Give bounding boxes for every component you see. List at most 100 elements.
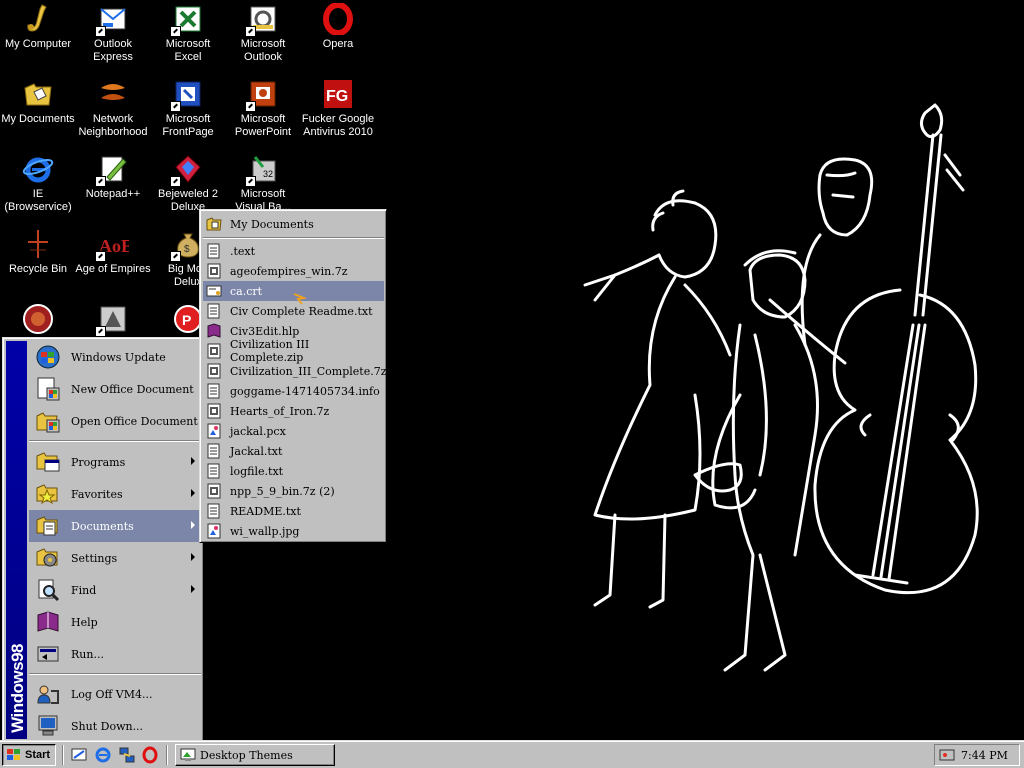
menu-item-documents[interactable]: Documents <box>29 510 201 542</box>
documents-item[interactable]: Hearts_of_Iron.7z <box>203 401 384 421</box>
desktop-icon-notepad-plus-plus[interactable]: Notepad++ <box>75 153 151 201</box>
mouse-cursor-icon <box>293 293 306 305</box>
menu-item-help[interactable]: Help <box>29 606 201 638</box>
menu-item-settings[interactable]: Settings <box>29 542 201 574</box>
desktop-icon-powerpoint[interactable]: Microsoft PowerPoint <box>225 78 301 139</box>
start-button[interactable]: Start <box>2 744 56 766</box>
desktop-icon-outlook-express[interactable]: Outlook Express <box>75 3 151 64</box>
image-file-icon <box>206 523 222 539</box>
menu-item-favorites[interactable]: Favorites <box>29 478 201 510</box>
menu-item-label: Shut Down... <box>71 719 144 733</box>
clock[interactable]: 7:44 PM <box>961 749 1008 762</box>
new-office-document-icon <box>33 376 63 402</box>
documents-item[interactable]: ageofempires_win.7z <box>203 261 384 281</box>
desktop-icon-label: Recycle Bin <box>8 263 68 275</box>
documents-item[interactable]: wi_wallp.jpg <box>203 521 384 541</box>
desktop-icon-my-computer[interactable]: My Computer <box>0 3 76 51</box>
desktop-icon-google-antivirus[interactable]: FG Fucker Google Antivirus 2010 <box>300 78 376 139</box>
age-of-empires-icon: AoE <box>95 228 133 262</box>
start-button-label: Start <box>25 749 51 761</box>
documents-item-label: Civ3Edit.hlp <box>230 324 300 338</box>
internet-explorer-icon <box>22 153 54 185</box>
help-icon <box>33 609 63 635</box>
documents-item[interactable]: npp_5_9_bin.7z (2) <box>203 481 384 501</box>
excel-icon <box>170 3 204 37</box>
taskbar-divider <box>166 745 168 765</box>
documents-item[interactable]: goggame-1471405734.info <box>203 381 384 401</box>
documents-item[interactable]: README.txt <box>203 501 384 521</box>
documents-item[interactable]: logfile.txt <box>203 461 384 481</box>
desktop-icon-opera[interactable]: Opera <box>300 2 376 51</box>
menu-item-label: Log Off VM4... <box>71 687 153 701</box>
tray-app-icon[interactable] <box>939 747 955 763</box>
menu-item-find[interactable]: Find <box>29 574 201 606</box>
desktop-icon-excel[interactable]: Microsoft Excel <box>150 3 226 64</box>
documents-item-label: goggame-1471405734.info <box>230 384 380 398</box>
taskbar-button-desktop-themes[interactable]: Desktop Themes <box>175 744 335 766</box>
desktop-icon-frontpage[interactable]: Microsoft FrontPage <box>150 78 226 139</box>
taskbar-button-label: Desktop Themes <box>200 748 293 762</box>
desktop-icon-recycle-bin[interactable]: Recycle Bin <box>0 228 76 276</box>
documents-item[interactable]: Civilization III Complete.zip <box>203 338 384 364</box>
start-menu-banner: Windows98 <box>6 341 27 739</box>
my-documents-icon <box>22 78 54 110</box>
text-file-icon <box>206 303 222 319</box>
text-file-icon <box>206 243 222 259</box>
documents-submenu: My Documents .text ageofempires_win.7z ca.… <box>199 209 387 543</box>
windows-update-icon <box>33 344 63 370</box>
system-tray: 7:44 PM <box>934 744 1020 766</box>
desktop-icon-label: Outlook Express <box>93 38 133 63</box>
documents-item[interactable]: .text <box>203 241 384 261</box>
menu-item-windows-update[interactable]: Windows Update <box>29 341 201 373</box>
outlook-icon <box>245 3 279 37</box>
desktop-icon-unknown-2[interactable] <box>75 303 151 338</box>
submenu-arrow-icon <box>191 553 195 561</box>
saxophone-icon <box>22 3 54 35</box>
quicklaunch-opera[interactable] <box>141 746 159 764</box>
desktop-themes-icon <box>180 748 196 761</box>
documents-item-label: jackal.pcx <box>230 424 286 438</box>
desktop-icon-visual-basic[interactable]: 32 Microsoft Visual Ba... <box>225 153 301 214</box>
desktop-icon-age-of-empires[interactable]: AoE Age of Empires <box>75 228 151 276</box>
documents-item[interactable]: jackal.pcx <box>203 421 384 441</box>
menu-item-label: New Office Document <box>71 382 194 396</box>
menu-item-label: Documents <box>71 519 134 533</box>
frontpage-icon <box>170 78 204 112</box>
menu-item-label: Find <box>71 583 97 597</box>
desktop-icon-outlook[interactable]: Microsoft Outlook <box>225 3 301 64</box>
menu-item-label: Open Office Document <box>71 414 198 428</box>
text-file-icon <box>206 443 222 459</box>
documents-item[interactable]: Civilization_III_Complete.7z <box>203 361 387 381</box>
desktop-icon-label: Opera <box>322 38 354 50</box>
menu-item-open-office-document[interactable]: Open Office Document <box>29 405 201 437</box>
log-off-icon <box>33 681 63 707</box>
desktop-icon-label: IE (Browservice) <box>4 188 72 213</box>
documents-item-label: Hearts_of_Iron.7z <box>230 404 330 418</box>
documents-item[interactable]: Jackal.txt <box>203 441 384 461</box>
programs-icon <box>33 449 63 475</box>
menu-item-programs[interactable]: Programs <box>29 446 201 478</box>
shortcut-arrow-icon <box>245 26 256 37</box>
image-file-icon <box>206 423 222 439</box>
desktop-icon-network-neighborhood[interactable]: Network Neighborhood <box>75 78 151 139</box>
quicklaunch-internet-explorer[interactable] <box>94 746 112 764</box>
menu-item-log-off[interactable]: Log Off VM4... <box>29 678 201 710</box>
quicklaunch-network[interactable] <box>118 746 136 764</box>
desktop-icon-label: Microsoft PowerPoint <box>234 113 292 138</box>
menu-item-shut-down[interactable]: Shut Down... <box>29 710 201 742</box>
menu-item-run[interactable]: Run... <box>29 638 201 670</box>
desktop-icon-unknown-1[interactable] <box>0 303 76 338</box>
opera-icon <box>142 746 158 764</box>
menu-item-new-office-document[interactable]: New Office Document <box>29 373 201 405</box>
desktop-icon-bejeweled[interactable]: Bejeweled 2 Deluxe <box>150 153 226 214</box>
documents-item-my-documents[interactable]: My Documents <box>203 214 384 234</box>
desktop-icon-ie[interactable]: IE (Browservice) <box>0 153 76 214</box>
desktop-icon-my-documents[interactable]: My Documents <box>0 78 76 126</box>
archive-file-icon <box>206 343 222 359</box>
quicklaunch-show-desktop[interactable] <box>70 746 88 764</box>
shortcut-arrow-icon <box>95 326 106 337</box>
internet-explorer-icon <box>95 747 111 763</box>
menu-separator <box>29 673 201 675</box>
desktop-icon-label: Microsoft FrontPage <box>162 113 214 138</box>
certificate-file-icon <box>206 283 222 299</box>
